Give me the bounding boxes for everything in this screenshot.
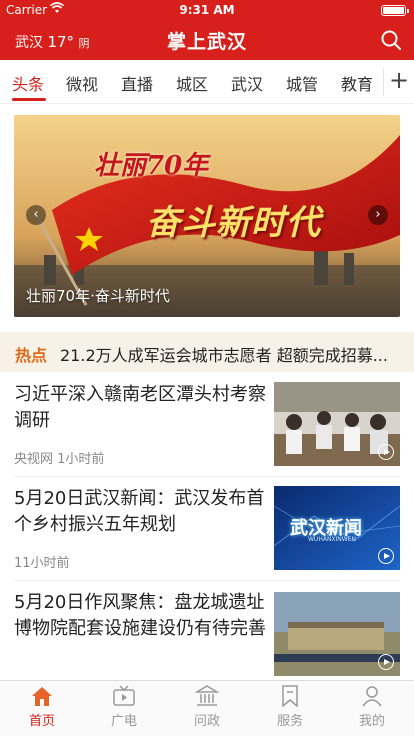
- bottom-tab-inquiry[interactable]: 问政: [177, 685, 237, 729]
- tab-city-management[interactable]: 城管: [286, 71, 318, 95]
- search-icon[interactable]: [380, 29, 402, 51]
- divider: [14, 580, 400, 581]
- category-tabs: 头条 微视 直播 城区 武汉 城管 教育 +: [0, 60, 414, 104]
- bookmark-icon: [282, 685, 298, 707]
- battery-icon: [381, 5, 409, 16]
- news-headline[interactable]: 5月20日作风聚焦：盘龙城遗址博物院配套设施建设仍有待完善: [14, 590, 266, 642]
- banner-slogan-art: 奋斗新时代: [146, 203, 321, 243]
- tab-live[interactable]: 直播: [121, 71, 153, 95]
- bottom-tab-profile[interactable]: 我的: [342, 685, 402, 729]
- news-headline[interactable]: 5月20日武汉新闻：武汉发布首个乡村振兴五年规划: [14, 486, 266, 538]
- news-meta: 11小时前: [14, 552, 70, 571]
- page-title: 掌上武汉: [166, 31, 247, 53]
- tab-districts[interactable]: 城区: [176, 71, 208, 95]
- news-source: 央视网: [14, 452, 54, 467]
- status-time: 9:31 AM: [179, 3, 235, 17]
- thumb-subtitle: WUHANXINWEN: [308, 536, 357, 543]
- home-icon: [32, 687, 52, 706]
- news-item[interactable]: 5月20日武汉新闻：武汉发布首个乡村振兴五年规划 11小时前 武汉新闻 WUHA…: [14, 486, 400, 571]
- battery-fill: [383, 7, 404, 14]
- news-time: 11小时前: [14, 556, 70, 571]
- hot-news-bar[interactable]: 热点 21.2万人成军运会城市志愿者 超额完成招募...: [0, 332, 414, 372]
- bottom-tab-label: 服务: [276, 714, 303, 729]
- tab-education[interactable]: 教育: [341, 71, 373, 95]
- bottom-tab-broadcast[interactable]: 广电: [94, 685, 154, 729]
- hot-label: 热点: [15, 346, 48, 365]
- app-header: Carrier 9:31 AM 武汉 17° 阴 掌上武汉: [0, 0, 414, 60]
- tab-micro-video[interactable]: 微视: [66, 71, 98, 95]
- bottom-tab-bar: 首页 广电 问政 服务 我的: [0, 680, 414, 736]
- banner-title-art: 壮丽70年: [94, 151, 209, 181]
- tab-wuhan[interactable]: 武汉: [231, 71, 263, 95]
- bottom-tab-label: 我的: [358, 714, 385, 729]
- chevron-right-icon[interactable]: ›: [368, 205, 388, 225]
- banner-carousel[interactable]: 壮丽70年 奋斗新时代 壮丽70年·奋斗新时代 ‹ ›: [14, 115, 400, 317]
- news-time: 1小时前: [57, 452, 105, 467]
- active-tab-indicator: [12, 98, 46, 101]
- news-meta: 央视网 1小时前: [14, 448, 104, 467]
- news-headline[interactable]: 习近平深入赣南老区潭头村考察调研: [14, 382, 266, 434]
- bottom-tab-home[interactable]: 首页: [12, 685, 72, 729]
- news-thumbnail[interactable]: [274, 382, 400, 466]
- hot-news-text[interactable]: 21.2万人成军运会城市志愿者 超额完成招募...: [60, 342, 410, 366]
- bottom-tab-label: 问政: [193, 714, 220, 729]
- add-tab-button[interactable]: +: [389, 66, 409, 94]
- chevron-left-icon[interactable]: ‹: [26, 205, 46, 225]
- bottom-tab-services[interactable]: 服务: [260, 685, 320, 729]
- banner-caption: 壮丽70年·奋斗新时代: [26, 287, 170, 305]
- tv-icon: [113, 685, 135, 706]
- tabs-divider: [383, 68, 384, 96]
- divider: [14, 476, 400, 477]
- play-icon: [378, 654, 394, 670]
- news-thumbnail[interactable]: 武汉新闻 WUHANXINWEN: [274, 486, 400, 570]
- play-icon: [378, 444, 394, 460]
- bottom-tab-label: 首页: [28, 714, 55, 729]
- play-icon: [378, 548, 394, 564]
- nav-bar: 武汉 17° 阴 掌上武汉: [0, 20, 414, 60]
- tab-headlines[interactable]: 头条: [12, 71, 44, 95]
- status-bar: Carrier 9:31 AM: [0, 0, 414, 20]
- news-item[interactable]: 习近平深入赣南老区潭头村考察调研 央视网 1小时前: [14, 382, 400, 467]
- government-building-icon: [195, 685, 219, 706]
- user-icon: [362, 686, 382, 707]
- news-item[interactable]: 5月20日作风聚焦：盘龙城遗址博物院配套设施建设仍有待完善: [14, 590, 400, 676]
- news-thumbnail[interactable]: [274, 592, 400, 676]
- bottom-tab-label: 广电: [110, 714, 137, 729]
